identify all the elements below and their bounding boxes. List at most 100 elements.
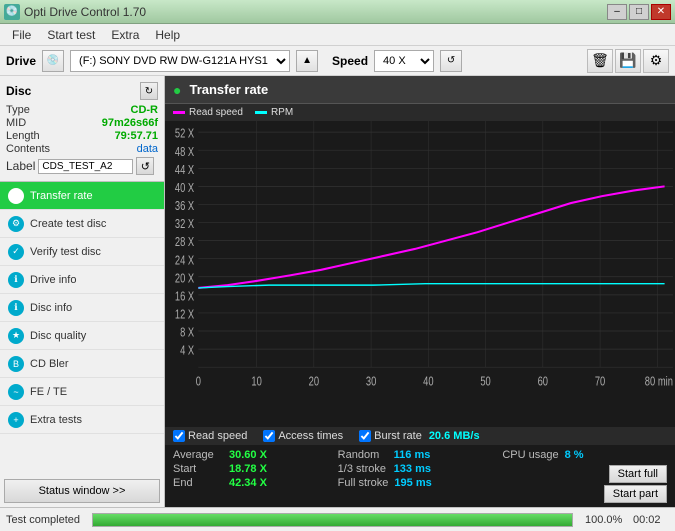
titlebar: 💿 Opti Drive Control 1.70 – □ ✕: [0, 0, 675, 24]
stat-full-stroke: Full stroke 195 ms: [338, 477, 503, 489]
drive-info-icon: ℹ: [8, 272, 24, 288]
svg-text:36 X: 36 X: [175, 200, 195, 214]
label-key: Label: [6, 159, 35, 173]
sidebar: Disc ↻ Type CD-R MID 97m26s66f Length 79…: [0, 76, 165, 507]
length-label: Length: [6, 130, 40, 142]
random-label: Random: [338, 449, 388, 461]
extra-tests-icon: +: [8, 412, 24, 428]
legend-read-speed-label: Read speed: [189, 107, 243, 118]
speed-select[interactable]: 40 X: [374, 50, 434, 72]
burst-rate-checkbox-group: Burst rate 20.6 MB/s: [359, 430, 479, 442]
chart-svg-container: 52 X 48 X 44 X 40 X 36 X 32 X 28 X 24 X …: [165, 121, 675, 427]
drive-select[interactable]: (F:) SONY DVD RW DW-G121A HYS1: [70, 50, 290, 72]
burst-rate-checkbox[interactable]: [359, 430, 371, 442]
main-content: Disc ↻ Type CD-R MID 97m26s66f Length 79…: [0, 76, 675, 507]
disc-quality-icon: ★: [8, 328, 24, 344]
svg-text:20 X: 20 X: [175, 272, 195, 286]
menu-extra[interactable]: Extra: [103, 26, 147, 44]
extra-icon[interactable]: ⚙: [643, 49, 669, 73]
access-times-cb-label: Access times: [278, 430, 343, 442]
status-window-button[interactable]: Status window >>: [4, 479, 160, 503]
stat-random: Random 116 ms: [338, 449, 503, 461]
label-input[interactable]: [38, 159, 133, 174]
verify-test-disc-icon: ✓: [8, 244, 24, 260]
stat-average: Average 30.60 X: [173, 449, 338, 461]
disc-refresh-button[interactable]: ↻: [140, 82, 158, 100]
legend-read-speed: Read speed: [173, 107, 243, 118]
maximize-button[interactable]: □: [629, 4, 649, 20]
action-buttons: Start full Start part: [502, 465, 667, 503]
svg-text:60: 60: [538, 375, 548, 389]
end-label: End: [173, 477, 223, 489]
menu-file[interactable]: File: [4, 26, 39, 44]
legend-read-speed-color: [173, 111, 185, 114]
nav-label-fe-te: FE / TE: [30, 386, 67, 398]
start-label: Start: [173, 463, 223, 475]
right-panel: ● Transfer rate Read speed RPM 52 X 48 X…: [165, 76, 675, 507]
nav-label-disc-quality: Disc quality: [30, 330, 86, 342]
minimize-button[interactable]: –: [607, 4, 627, 20]
disc-info-icon: ℹ: [8, 300, 24, 316]
stats-data: Average 30.60 X Start 18.78 X End 42.34 …: [165, 445, 675, 507]
burst-rate-cb-label: Burst rate: [374, 430, 422, 442]
drive-icon-btn[interactable]: 💿: [42, 50, 64, 72]
erase-icon[interactable]: 🗑: [587, 49, 613, 73]
menu-help[interactable]: Help: [147, 26, 188, 44]
eject-button[interactable]: ▲: [296, 50, 318, 72]
stroke13-label: 1/3 stroke: [338, 463, 388, 475]
type-label: Type: [6, 104, 30, 116]
speed-refresh-btn[interactable]: ↺: [440, 50, 462, 72]
start-value: 18.78 X: [229, 463, 279, 475]
drivebar: Drive 💿 (F:) SONY DVD RW DW-G121A HYS1 ▲…: [0, 46, 675, 76]
speed-label: Speed: [332, 54, 368, 68]
status-text: Test completed: [6, 514, 80, 526]
svg-text:52 X: 52 X: [175, 128, 195, 142]
start-full-button[interactable]: Start full: [609, 465, 667, 483]
read-speed-checkbox-group: Read speed: [173, 430, 247, 442]
svg-text:12 X: 12 X: [175, 308, 195, 322]
svg-text:16 X: 16 X: [175, 290, 195, 304]
toolbar-icons: 🗑 💾 ⚙: [587, 49, 669, 73]
type-value: CD-R: [131, 104, 159, 116]
access-times-checkbox-group: Access times: [263, 430, 343, 442]
label-refresh-btn[interactable]: ↺: [136, 157, 154, 175]
stat-end: End 42.34 X: [173, 477, 338, 489]
nav-items: ● Transfer rate ⚙ Create test disc ✓ Ver…: [0, 182, 164, 475]
save-icon[interactable]: 💾: [615, 49, 641, 73]
menu-start-test[interactable]: Start test: [39, 26, 103, 44]
chart-header: ● Transfer rate: [165, 76, 675, 104]
read-speed-cb-label: Read speed: [188, 430, 247, 442]
nav-label-verify-test-disc: Verify test disc: [30, 246, 101, 258]
nav-item-disc-info[interactable]: ℹ Disc info: [0, 294, 164, 322]
nav-item-cd-bler[interactable]: B CD Bler: [0, 350, 164, 378]
access-times-checkbox[interactable]: [263, 430, 275, 442]
stats-col-2: Random 116 ms 1/3 stroke 133 ms Full str…: [338, 449, 503, 503]
cpu-label: CPU usage: [502, 449, 558, 461]
stats-checkbox-bar: Read speed Access times Burst rate 20.6 …: [165, 427, 675, 445]
legend-rpm: RPM: [255, 107, 293, 118]
nav-label-extra-tests: Extra tests: [30, 414, 82, 426]
stat-start: Start 18.78 X: [173, 463, 338, 475]
nav-label-create-test-disc: Create test disc: [30, 218, 106, 230]
start-part-button[interactable]: Start part: [604, 485, 667, 503]
mid-value: 97m26s66f: [102, 117, 158, 129]
close-button[interactable]: ✕: [651, 4, 671, 20]
nav-item-transfer-rate[interactable]: ● Transfer rate: [0, 182, 164, 210]
stats-col-3: CPU usage 8 % Start full Start part: [502, 449, 667, 503]
disc-panel: Disc ↻ Type CD-R MID 97m26s66f Length 79…: [0, 76, 164, 182]
read-speed-checkbox[interactable]: [173, 430, 185, 442]
length-value: 79:57.71: [115, 130, 158, 142]
mid-label: MID: [6, 117, 26, 129]
nav-item-disc-quality[interactable]: ★ Disc quality: [0, 322, 164, 350]
svg-text:4 X: 4 X: [180, 344, 195, 358]
nav-item-fe-te[interactable]: ~ FE / TE: [0, 378, 164, 406]
nav-item-verify-test-disc[interactable]: ✓ Verify test disc: [0, 238, 164, 266]
nav-item-create-test-disc[interactable]: ⚙ Create test disc: [0, 210, 164, 238]
nav-item-drive-info[interactable]: ℹ Drive info: [0, 266, 164, 294]
svg-text:10: 10: [251, 375, 261, 389]
nav-label-transfer-rate: Transfer rate: [30, 190, 93, 202]
nav-item-extra-tests[interactable]: + Extra tests: [0, 406, 164, 434]
stat-stroke13: 1/3 stroke 133 ms: [338, 463, 503, 475]
window-controls: – □ ✕: [607, 4, 671, 20]
svg-text:80 min: 80 min: [645, 375, 673, 389]
